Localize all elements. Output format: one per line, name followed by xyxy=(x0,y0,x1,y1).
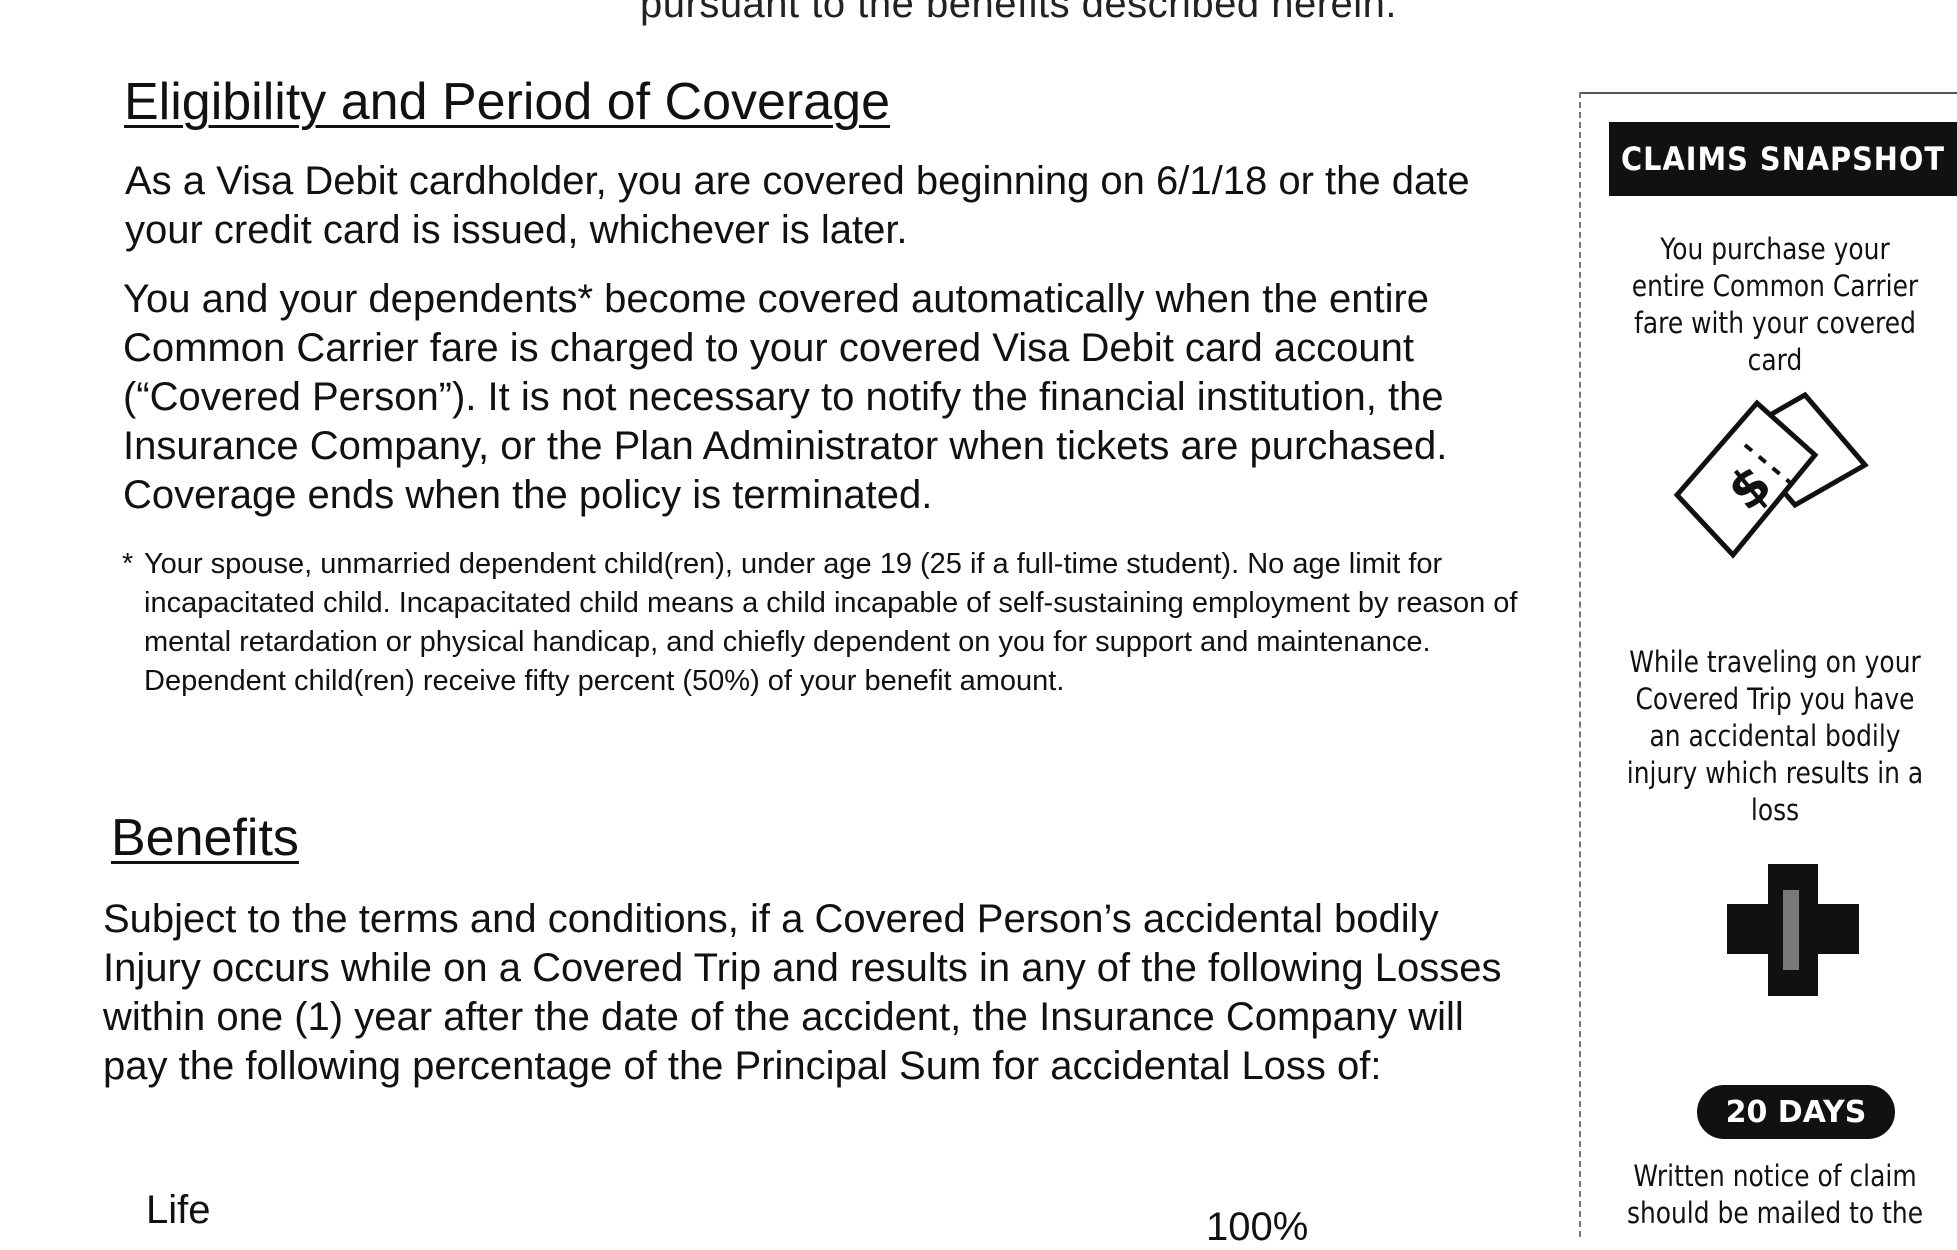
cut-off-text: pursuant to the benefits described herei… xyxy=(640,0,1398,26)
eligibility-paragraph-1: As a Visa Debit cardholder, you are cove… xyxy=(125,159,1470,252)
twenty-days-badge: 20 DAYS xyxy=(1697,1085,1895,1139)
benefits-heading: Benefits xyxy=(111,809,299,867)
dependents-footnote: * Your spouse, unmarried dependent child… xyxy=(122,545,1544,701)
ticket-icon: $ xyxy=(1673,391,1869,559)
document-main: pursuant to the benefits described herei… xyxy=(0,0,1560,1249)
loss-label-life: Life xyxy=(146,1188,211,1232)
footnote-marker: * xyxy=(122,548,134,580)
claims-snapshot-sidebar: CLAIMS SNAPSHOT You purchase your entire… xyxy=(1575,0,1957,1237)
loss-percent-life: 100% xyxy=(1206,1205,1309,1249)
claims-snapshot-title: CLAIMS SNAPSHOT xyxy=(1609,122,1957,196)
snapshot-step-notice: Written notice of claim should be mailed… xyxy=(1626,1159,1924,1230)
eligibility-paragraph-2: You and your dependents* become covered … xyxy=(123,277,1448,517)
snapshot-step-purchase: You purchase your entire Common Carrier … xyxy=(1631,232,1919,377)
snapshot-step-injury: While traveling on your Covered Trip you… xyxy=(1626,645,1924,827)
medical-cross-icon xyxy=(1727,864,1859,996)
eligibility-heading: Eligibility and Period of Coverage xyxy=(124,73,890,131)
benefits-paragraph: Subject to the terms and conditions, if … xyxy=(103,897,1502,1088)
sidebar-top-rule xyxy=(1579,92,1957,94)
footnote-text: Your spouse, unmarried dependent child(r… xyxy=(144,548,1518,697)
sidebar-left-rule xyxy=(1579,92,1581,1237)
